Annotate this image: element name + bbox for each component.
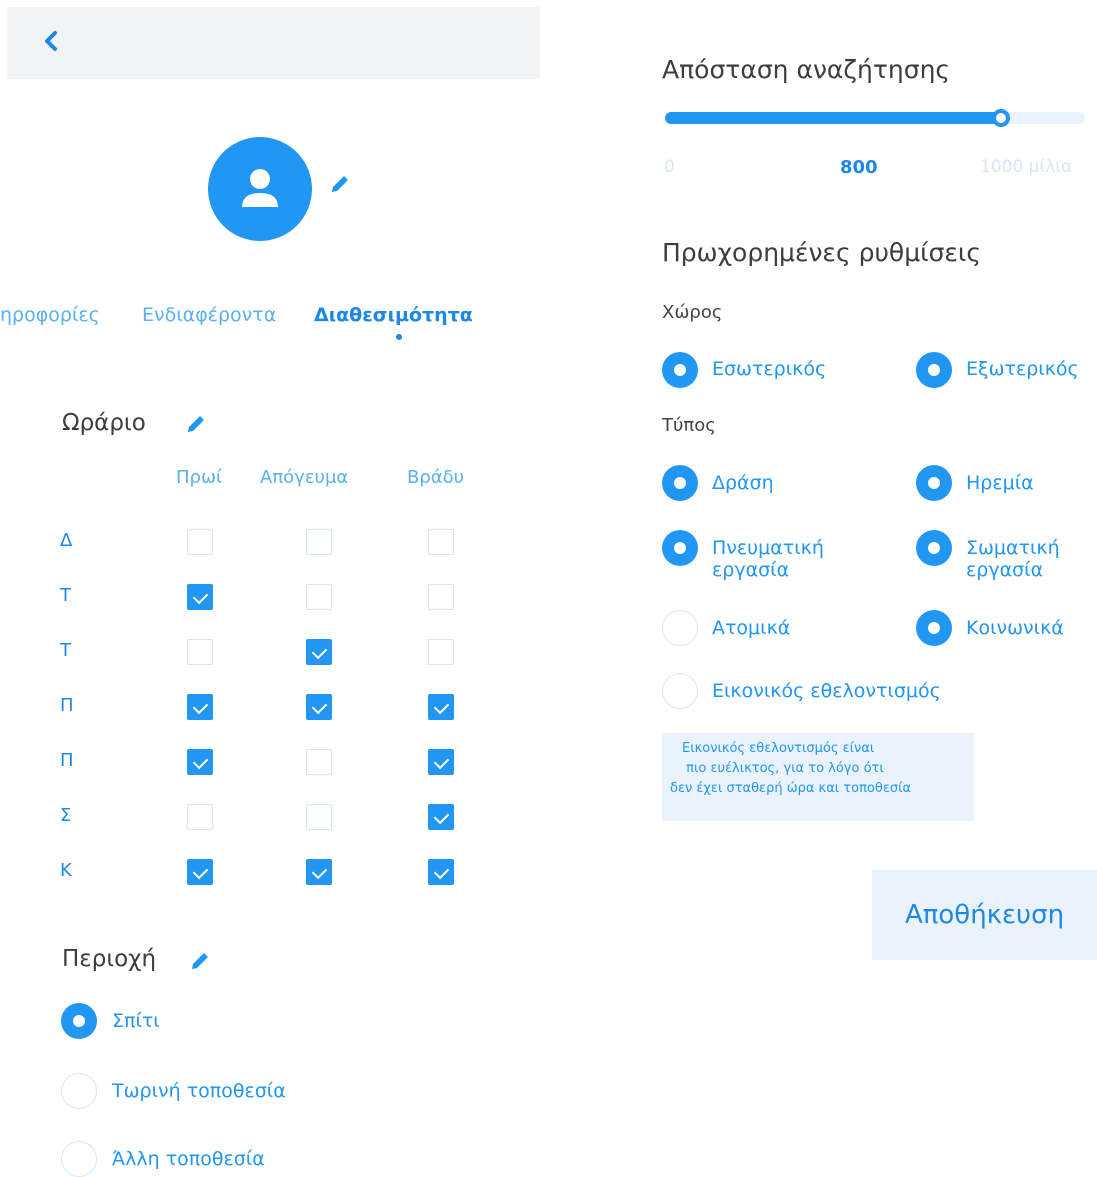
area-label-home: Σπίτι <box>112 1010 160 1032</box>
tab-availability-label: Διαθεσιμότητα <box>314 304 473 326</box>
active-tab-indicator <box>396 334 402 340</box>
area-label-current-location: Τωρινή τοποθεσία <box>112 1080 286 1102</box>
top-bar <box>7 7 540 79</box>
column-header-morning: Πρωί <box>176 467 223 488</box>
distance-slider-fill <box>665 112 1005 124</box>
type-radio-physical-work[interactable] <box>916 530 952 566</box>
type-radio-calm[interactable] <box>916 465 952 501</box>
schedule-checkbox-Απόγευμα[interactable] <box>306 639 332 665</box>
space-radio-indoor[interactable] <box>662 352 698 388</box>
type-radio-mental-work[interactable] <box>662 530 698 566</box>
note-line: δεν έχει σταθερή ώρα και τοποθεσία <box>670 781 912 796</box>
area-label-other-location: Άλλη τοποθεσία <box>112 1148 265 1170</box>
tab-info-label: ηροφορίες <box>0 304 100 326</box>
tab-availability[interactable]: Διαθεσιμότητα <box>314 304 473 326</box>
type-label-mental-work: Πνευματική εργασία <box>712 537 824 581</box>
schedule-checkbox-Βράδυ[interactable] <box>428 584 454 610</box>
distance-max-label: 1000 μίλια <box>980 157 1073 177</box>
schedule-checkbox-Βράδυ[interactable] <box>428 694 454 720</box>
schedule-checkbox-Βράδυ[interactable] <box>428 804 454 830</box>
type-radio-individual[interactable] <box>662 610 698 646</box>
distance-min-label: 0 <box>664 157 675 177</box>
schedule-checkbox-Βράδυ[interactable] <box>428 529 454 555</box>
type-label-action: Δράση <box>712 472 774 494</box>
schedule-checkbox-Βράδυ[interactable] <box>428 749 454 775</box>
schedule-day-label: Π <box>60 750 74 771</box>
tab-interests[interactable]: Ενδιαφέροντα <box>142 304 276 326</box>
distance-title: Απόσταση αναζήτησης <box>662 55 951 84</box>
chevron-left-icon <box>45 31 57 51</box>
edit-schedule-button[interactable] <box>184 412 208 440</box>
area-radio-other-location[interactable] <box>61 1141 97 1177</box>
column-header-afternoon: Απόγευμα <box>260 467 349 488</box>
type-label-physical-work: Σωματική εργασία <box>966 537 1060 581</box>
schedule-day-label: Τ <box>60 585 71 606</box>
tab-info[interactable]: ηροφορίες <box>0 304 100 326</box>
type-label-virtual-volunteering: Εικονικός εθελοντισμός <box>712 680 941 702</box>
schedule-checkbox-Πρωί[interactable] <box>187 529 213 555</box>
area-radio-current-location[interactable] <box>61 1073 97 1109</box>
space-label: Χώρος <box>662 302 723 323</box>
schedule-checkbox-Απόγευμα[interactable] <box>306 859 332 885</box>
schedule-checkbox-Πρωί[interactable] <box>187 639 213 665</box>
avatar[interactable] <box>208 137 312 241</box>
pencil-icon <box>188 416 204 432</box>
type-radio-virtual-volunteering[interactable] <box>662 673 698 709</box>
schedule-title: Ωράριο <box>62 410 146 436</box>
space-radio-outdoor[interactable] <box>916 352 952 388</box>
advanced-title: Πρωχορημένες ρυθμίσεις <box>662 238 982 267</box>
schedule-checkbox-Βράδυ[interactable] <box>428 859 454 885</box>
distance-value-label: 800 <box>840 157 878 178</box>
space-label-indoor: Εσωτερικός <box>712 358 827 380</box>
schedule-checkbox-Απόγευμα[interactable] <box>306 529 332 555</box>
edit-area-button[interactable] <box>188 949 212 977</box>
type-radio-social[interactable] <box>916 610 952 646</box>
schedule-checkbox-Απόγευμα[interactable] <box>306 804 332 830</box>
column-header-evening: Βράδυ <box>407 467 465 488</box>
schedule-day-label: Τ <box>60 640 71 661</box>
tab-interests-label: Ενδιαφέροντα <box>142 304 277 326</box>
note-line: Εικονικός εθελοντισμός είναι <box>682 741 875 756</box>
type-label: Τύπος <box>662 415 716 436</box>
schedule-checkbox-Πρωί[interactable] <box>187 584 213 610</box>
pencil-icon <box>332 176 348 192</box>
type-label-calm: Ηρεμία <box>966 472 1034 494</box>
virtual-volunteering-note: Εικονικός εθελοντισμός είναι πιο ευέλικτ… <box>662 733 974 821</box>
schedule-day-label: Π <box>60 695 74 716</box>
area-radio-home[interactable] <box>61 1003 97 1039</box>
back-button[interactable] <box>40 26 64 58</box>
type-label-individual: Ατομικά <box>712 617 791 639</box>
schedule-day-label: Κ <box>60 860 72 881</box>
distance-slider-thumb[interactable] <box>992 109 1010 127</box>
space-label-outdoor: Εξωτερικός <box>966 358 1079 380</box>
type-radio-action[interactable] <box>662 465 698 501</box>
save-button[interactable]: Αποθήκευση <box>872 870 1097 960</box>
note-line: πιο ευέλικτος, για το λόγο ότι <box>682 761 884 776</box>
schedule-checkbox-Πρωί[interactable] <box>187 804 213 830</box>
schedule-day-label: Σ <box>60 805 72 826</box>
person-icon <box>242 169 278 207</box>
schedule-checkbox-Πρωί[interactable] <box>187 749 213 775</box>
schedule-day-label: Δ <box>60 530 73 551</box>
type-label-social: Κοινωνικά <box>966 617 1064 639</box>
schedule-checkbox-Πρωί[interactable] <box>187 694 213 720</box>
area-title: Περιοχή <box>62 946 157 972</box>
schedule-checkbox-Απόγευμα[interactable] <box>306 749 332 775</box>
schedule-checkbox-Απόγευμα[interactable] <box>306 694 332 720</box>
schedule-checkbox-Πρωί[interactable] <box>187 859 213 885</box>
schedule-checkbox-Απόγευμα[interactable] <box>306 584 332 610</box>
schedule-checkbox-Βράδυ[interactable] <box>428 639 454 665</box>
pencil-icon <box>192 953 208 969</box>
edit-avatar-button[interactable] <box>328 172 352 200</box>
